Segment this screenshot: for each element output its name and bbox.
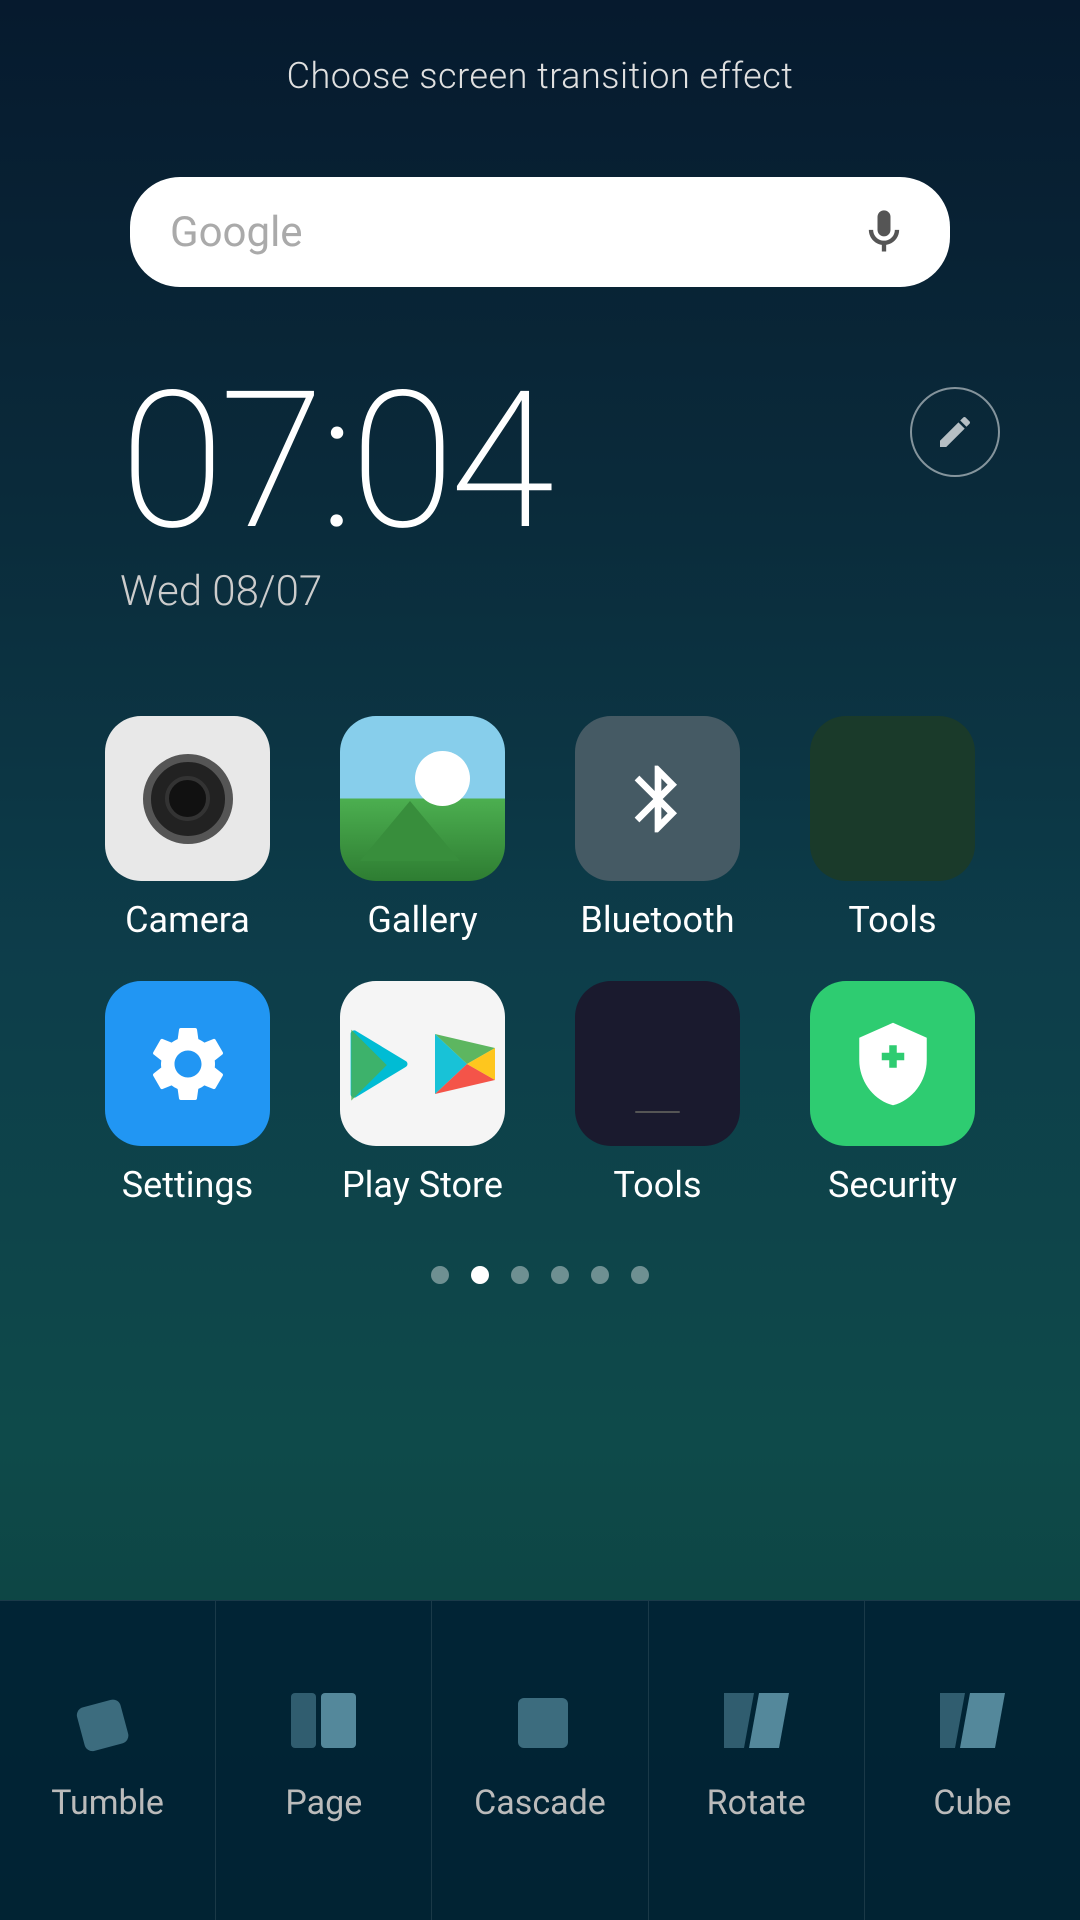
app-settings[interactable]: Settings [80,981,295,1206]
gallery-icon [340,716,505,881]
shield-plus-icon [848,1019,938,1109]
playstore-label: Play Store [342,1164,503,1206]
search-bar[interactable]: Google [130,177,950,287]
security-label: Security [828,1164,957,1206]
clock-section: 07:04 Wed 08/07 [0,367,1080,616]
tumble-label: Tumble [51,1783,164,1823]
bluetooth-symbol [618,759,698,839]
rotate-icon [724,1688,789,1753]
transition-effects-bar: Tumble Page Cascade Rotate Cube [0,1600,1080,1920]
gear-icon [143,1019,233,1109]
edit-button[interactable] [910,387,1000,477]
gallery-sun [415,751,470,806]
playstore-svg [425,1024,505,1104]
security-icon [810,981,975,1146]
search-bar-container: Google [130,177,950,287]
playstore-icon [340,981,505,1146]
cube-icon [940,1688,1005,1753]
edit-icon [935,412,975,452]
page-icon [291,1688,356,1753]
tools-apps-icon [575,981,740,1146]
mini-app-8 [635,1111,679,1113]
camera-lens [143,754,233,844]
tools-folder-icon [810,716,975,881]
transition-page[interactable]: Page [216,1601,432,1920]
transition-cube[interactable]: Cube [865,1601,1080,1920]
mic-icon [858,206,910,258]
app-grid: Camera Gallery Bluetooth Tools [0,716,1080,1206]
app-bluetooth[interactable]: Bluetooth [550,716,765,941]
app-security[interactable]: Security [785,981,1000,1206]
cube-label: Cube [933,1783,1011,1823]
cascade-icon [508,1688,573,1753]
clock-date: Wed 08/07 [120,567,1080,616]
search-placeholder: Google [170,208,858,257]
app-camera[interactable]: Camera [80,716,295,941]
dot-1[interactable] [431,1266,449,1284]
tools-folder-label: Tools [848,899,936,941]
screen-title: Choose screen transition effect [0,0,1080,97]
playstore-shape [425,1024,505,1104]
cascade-label: Cascade [474,1783,606,1823]
page-indicator [0,1266,1080,1284]
app-tools-apps[interactable]: Tools [550,981,765,1206]
settings-label: Settings [122,1164,253,1206]
camera-lens-inner [165,776,210,821]
camera-label: Camera [125,899,250,941]
gallery-label: Gallery [367,899,477,941]
app-playstore[interactable]: Play Store [315,981,530,1206]
tools-apps-label: Tools [613,1164,701,1206]
dot-3[interactable] [511,1266,529,1284]
settings-icon [105,981,270,1146]
dot-5[interactable] [591,1266,609,1284]
rotate-label: Rotate [707,1783,806,1823]
page-label: Page [285,1783,362,1823]
transition-rotate[interactable]: Rotate [649,1601,865,1920]
dot-6[interactable] [631,1266,649,1284]
bluetooth-label: Bluetooth [580,899,734,941]
tumble-icon [75,1688,140,1753]
app-tools-folder[interactable]: Tools [785,716,1000,941]
app-gallery[interactable]: Gallery [315,716,530,941]
camera-icon [105,716,270,881]
dot-2[interactable] [471,1266,489,1284]
gallery-hill [360,801,460,861]
bluetooth-icon [575,716,740,881]
dot-4[interactable] [551,1266,569,1284]
transition-tumble[interactable]: Tumble [0,1601,216,1920]
transition-cascade[interactable]: Cascade [432,1601,648,1920]
